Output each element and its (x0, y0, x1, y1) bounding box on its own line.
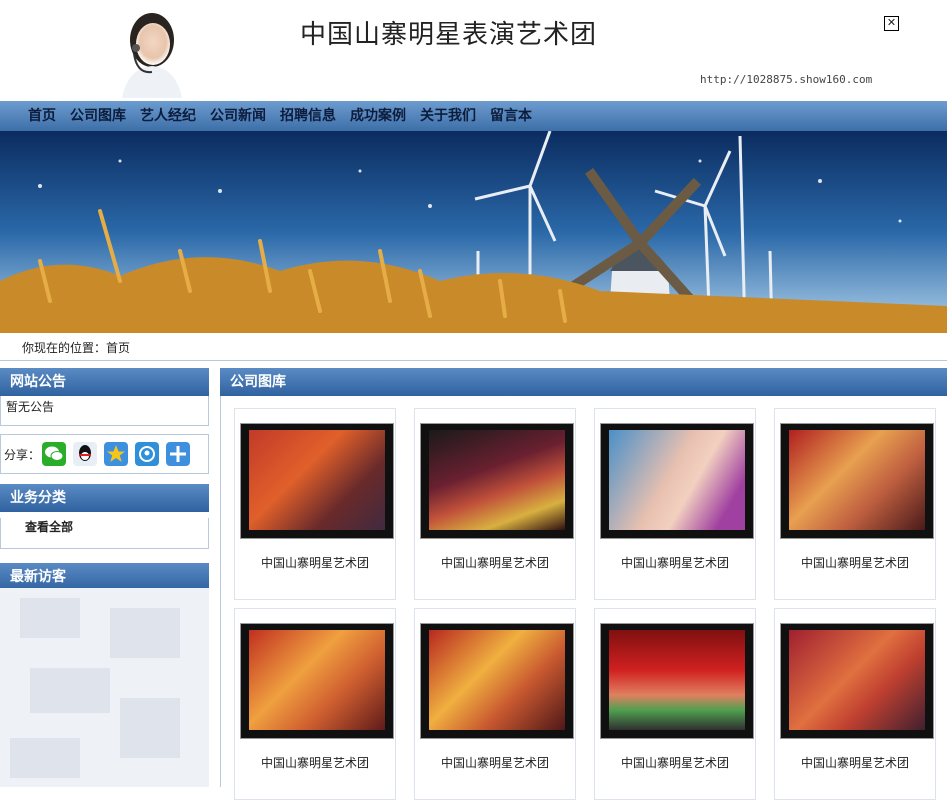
gallery-thumbnail (600, 423, 754, 539)
gallery-grid: 中国山寨明星艺术团 中国山寨明星艺术团 中国山寨明星艺术团 中国山寨明星艺术团 (220, 396, 947, 800)
gallery-caption: 中国山寨明星艺术团 (260, 556, 369, 570)
gallery-item[interactable]: 中国山寨明星艺术团 (414, 408, 576, 600)
gallery-item[interactable]: 中国山寨明星艺术团 (234, 408, 396, 600)
gallery-thumbnail (600, 623, 754, 739)
nav-item-about[interactable]: 关于我们 (420, 101, 476, 131)
share-bar: 分享： (0, 434, 209, 474)
banner-windmill-image (0, 131, 947, 333)
sidebar: 网站公告 暂无公告 分享： 业务分类 查看全部 最新访客 (0, 368, 209, 591)
gallery-item[interactable]: 中国山寨明星艺术团 (594, 608, 756, 800)
gallery-title: 公司图库 (220, 368, 947, 396)
gallery-caption: 中国山寨明星艺术团 (440, 556, 549, 570)
gallery-caption: 中国山寨明星艺术团 (800, 756, 909, 770)
gallery-caption: 中国山寨明星艺术团 (620, 556, 729, 570)
close-icon[interactable]: ✕ (884, 16, 899, 31)
gallery-thumbnail (780, 623, 934, 739)
site-title: 中国山寨明星表演艺术团 (300, 20, 598, 50)
gallery-caption: 中国山寨明星艺术团 (620, 756, 729, 770)
visitors-title: 最新访客 (0, 563, 209, 591)
gallery-thumbnail (420, 623, 574, 739)
gallery-item[interactable]: 中国山寨明星艺术团 (594, 408, 756, 600)
gallery-thumbnail (240, 623, 394, 739)
breadcrumb-text: 你现在的位置：首页 (22, 341, 131, 355)
gallery-thumbnail (420, 423, 574, 539)
visitors-list (0, 588, 209, 787)
nav-item-gallery[interactable]: 公司图库 (70, 101, 126, 131)
wechat-icon[interactable] (42, 442, 66, 466)
gallery-caption: 中国山寨明星艺术团 (800, 556, 909, 570)
breadcrumb: 你现在的位置：首页 (0, 334, 947, 361)
more-icon[interactable] (166, 442, 190, 466)
category-title: 业务分类 (0, 484, 209, 512)
main-content: 公司图库 中国山寨明星艺术团 中国山寨明星艺术团 中国山寨明星艺术团 中国山寨明… (220, 368, 947, 800)
notice-title: 网站公告 (0, 368, 209, 396)
gallery-item[interactable]: 中国山寨明星艺术团 (774, 608, 936, 800)
nav-item-guestbook[interactable]: 留言本 (490, 101, 532, 131)
share-label: 分享： (4, 448, 41, 462)
nav-item-cases[interactable]: 成功案例 (350, 101, 406, 131)
nav-item-news[interactable]: 公司新闻 (210, 101, 266, 131)
qq-icon[interactable] (73, 442, 97, 466)
gallery-thumbnail (780, 423, 934, 539)
header: 中国山寨明星表演艺术团 ✕ http://1028875.show160.com (0, 0, 947, 101)
nav-item-jobs[interactable]: 招聘信息 (280, 101, 336, 131)
qzone-icon[interactable] (104, 442, 128, 466)
nav-item-home[interactable]: 首页 (28, 101, 56, 131)
main-nav: 首页 公司图库 艺人经纪 公司新闻 招聘信息 成功案例 关于我们 留言本 (0, 101, 947, 131)
gallery-thumbnail (240, 423, 394, 539)
gallery-caption: 中国山寨明星艺术团 (440, 756, 549, 770)
view-all-link[interactable]: 查看全部 (25, 518, 208, 535)
gallery-item[interactable]: 中国山寨明星艺术团 (774, 408, 936, 600)
customer-service-avatar-icon (122, 13, 182, 98)
category-list: 查看全部 (0, 518, 209, 549)
gallery-caption: 中国山寨明星艺术团 (260, 756, 369, 770)
tencent-weibo-icon[interactable] (135, 442, 159, 466)
gallery-item[interactable]: 中国山寨明星艺术团 (234, 608, 396, 800)
site-url[interactable]: http://1028875.show160.com (700, 73, 872, 86)
nav-item-artist-agency[interactable]: 艺人经纪 (140, 101, 196, 131)
notice-text: 暂无公告 (0, 396, 209, 426)
gallery-item[interactable]: 中国山寨明星艺术团 (414, 608, 576, 800)
